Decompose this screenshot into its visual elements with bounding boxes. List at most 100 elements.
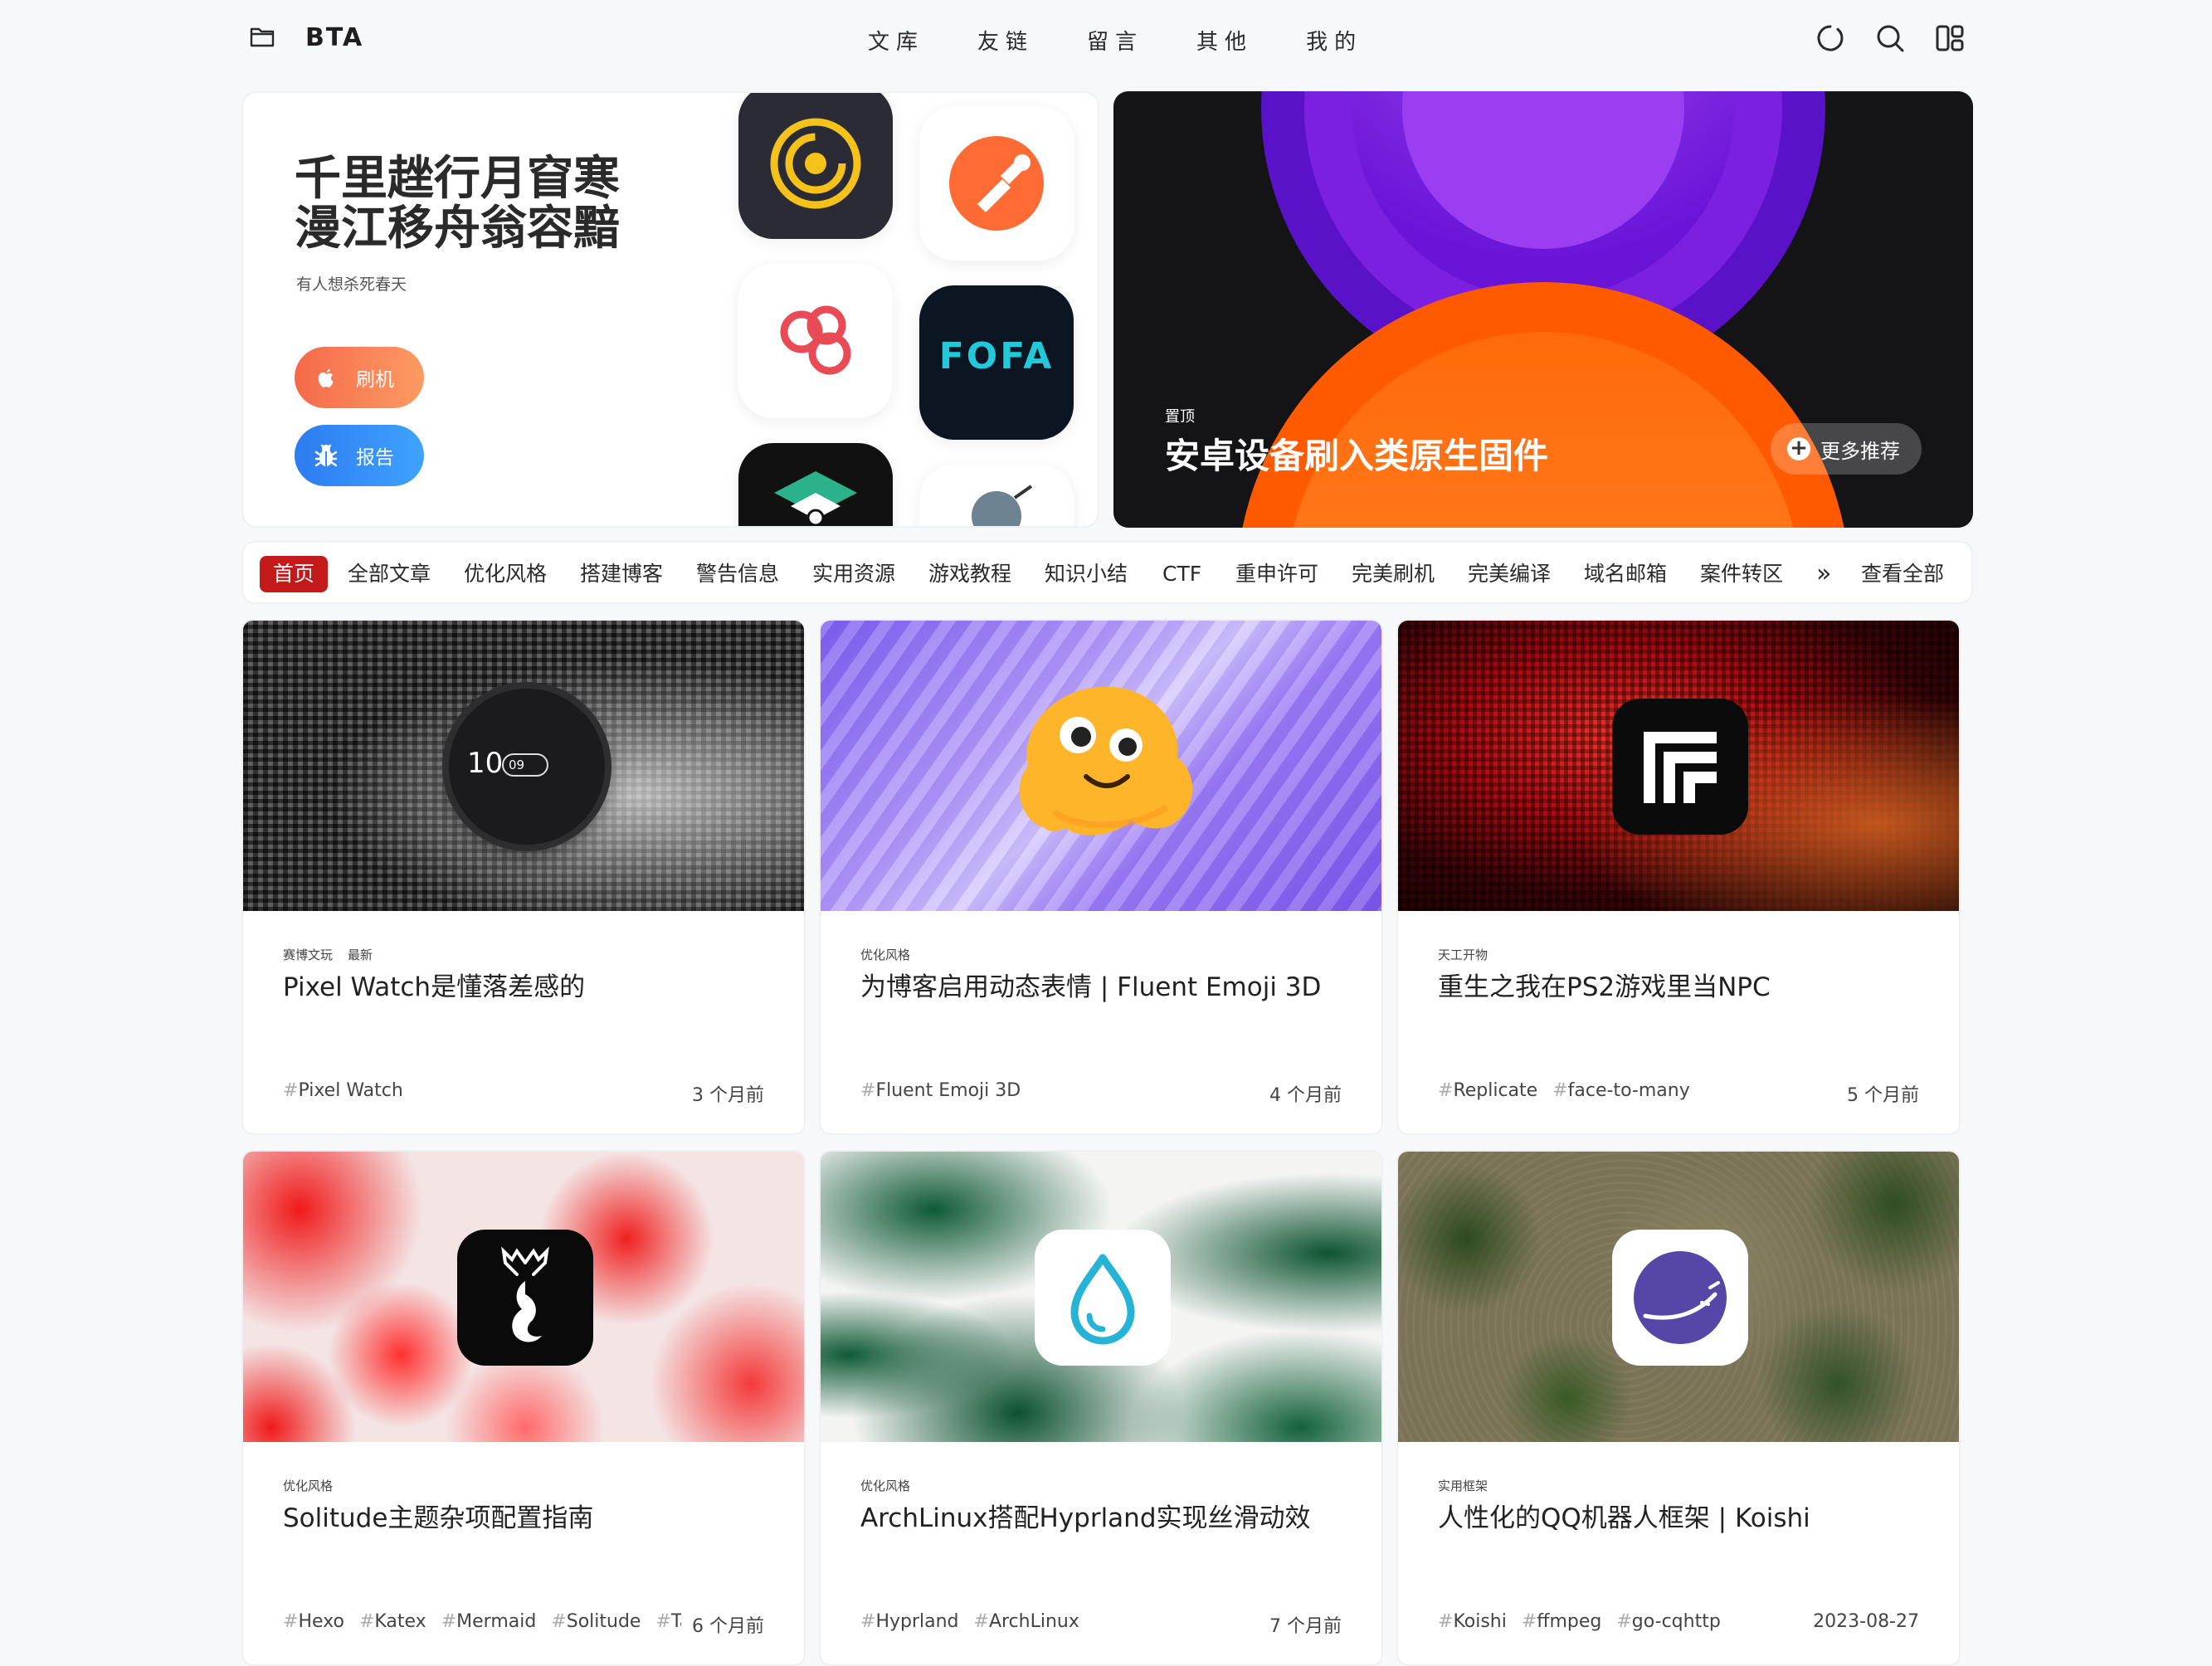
category-license[interactable]: 重申许可 xyxy=(1235,556,1318,592)
app-tile-target[interactable] xyxy=(738,93,893,239)
post-tags: #Pixel Watch xyxy=(283,1080,403,1101)
post-tag[interactable]: Mermaid xyxy=(456,1611,536,1632)
post-tag[interactable]: ArchLinux xyxy=(989,1611,1079,1632)
loading-circle-icon[interactable] xyxy=(1815,23,1845,53)
app-tile-rings[interactable] xyxy=(738,264,893,418)
post-date: 7 个月前 xyxy=(1264,1611,1342,1638)
post-title[interactable]: 重生之我在PS2游戏里当NPC xyxy=(1438,966,1771,1003)
post-tags: #Replicate #face-to-many xyxy=(1438,1080,1690,1101)
hero-intro-panel: 千里趖行月窅寒 漫江移舟翁容黯 有人想杀死春天 刷机 报告 FOFA xyxy=(241,91,1099,528)
hero-subtitle: 有人想杀死春天 xyxy=(296,275,407,294)
post-tag[interactable]: Fluent Emoji 3D xyxy=(875,1080,1021,1101)
double-chevron-right-icon[interactable]: » xyxy=(1816,556,1831,592)
watch-face: 10 09 xyxy=(449,689,605,845)
flash-button[interactable]: 刷机 xyxy=(295,347,424,408)
fofa-logo-text: FOFA xyxy=(938,335,1055,378)
post-title[interactable]: 为博客启用动态表情 | Fluent Emoji 3D xyxy=(860,966,1321,1003)
category-compiling[interactable]: 完美编译 xyxy=(1468,556,1551,592)
menu-item-other[interactable]: 其他 xyxy=(1196,25,1253,56)
post-card[interactable]: 天工开物 重生之我在PS2游戏里当NPC #Replicate #face-to-… xyxy=(1396,619,1961,1135)
post-card[interactable]: 优化风格 为博客启用动态表情 | Fluent Emoji 3D #Fluent… xyxy=(819,619,1383,1135)
post-cover-image: 10 09 xyxy=(243,621,804,911)
post-date: 5 个月前 xyxy=(1842,1080,1919,1107)
watch-hour: 10 xyxy=(467,747,504,780)
post-tag[interactable]: Pixel Watch xyxy=(298,1080,402,1101)
report-button[interactable]: 报告 xyxy=(295,425,424,486)
post-tag[interactable]: Katex xyxy=(374,1611,426,1632)
post-tags: #Fluent Emoji 3D xyxy=(860,1080,1021,1101)
post-card[interactable]: 优化风格 ArchLinux搭配Hyprland实现丝滑动效 #Hyprland… xyxy=(819,1150,1383,1666)
menu-item-library[interactable]: 文库 xyxy=(868,25,924,56)
featured-banner[interactable]: 置顶 安卓设备刷入类原生固件 + 更多推荐 xyxy=(1113,91,1973,528)
category-flashing[interactable]: 完美刷机 xyxy=(1352,556,1435,592)
category-bar: 首页 全部文章 优化风格 搭建博客 警告信息 实用资源 游戏教程 知识小结 CT… xyxy=(241,541,1973,604)
hero-title: 千里趖行月窅寒 漫江移舟翁容黯 xyxy=(295,154,643,254)
post-tag[interactable]: Hyprland xyxy=(875,1611,958,1632)
post-tag[interactable]: Ta xyxy=(671,1611,681,1632)
post-category-label[interactable]: 优化风格 xyxy=(860,1478,910,1493)
more-recommend-label: 更多推荐 xyxy=(1820,439,1900,463)
post-category-label[interactable]: 天工开物 xyxy=(1438,947,1488,962)
post-category-label[interactable]: 优化风格 xyxy=(283,1478,333,1493)
post-tags: #Koishi #ffmpeg #go-cqhttp xyxy=(1438,1611,1721,1632)
category-ctf[interactable]: CTF xyxy=(1162,556,1201,592)
menu-item-friends[interactable]: 友链 xyxy=(977,25,1034,56)
layout-grid-icon[interactable] xyxy=(1935,23,1965,53)
category-cases[interactable]: 案件转区 xyxy=(1700,556,1783,592)
hyprland-logo-icon xyxy=(1035,1230,1171,1366)
category-domain-mail[interactable]: 域名邮箱 xyxy=(1584,556,1667,592)
menu-item-mine[interactable]: 我的 xyxy=(1306,25,1362,56)
deer-logo-icon xyxy=(457,1230,593,1366)
site-logo[interactable]: BTA xyxy=(305,23,363,52)
post-tag[interactable]: go-cqhttp xyxy=(1632,1611,1721,1632)
category-blog-build[interactable]: 搭建博客 xyxy=(580,556,663,592)
post-category-label[interactable]: 优化风格 xyxy=(860,947,910,962)
post-title[interactable]: Solitude主题杂项配置指南 xyxy=(283,1497,593,1534)
post-card[interactable]: 10 09 赛博文玩 最新 Pixel Watch是懂落差感的 #Pixel Wa… xyxy=(241,619,806,1135)
category-view-all[interactable]: 查看全部 xyxy=(1861,556,1944,592)
post-category: 优化风格 xyxy=(283,1477,348,1494)
post-title[interactable]: ArchLinux搭配Hyprland实现丝滑动效 xyxy=(860,1497,1311,1534)
category-game-guides[interactable]: 游戏教程 xyxy=(928,556,1011,592)
menu-item-guestbook[interactable]: 留言 xyxy=(1087,25,1143,56)
post-category-label[interactable]: 赛博文玩 xyxy=(283,947,333,962)
app-tile-robot[interactable] xyxy=(919,465,1074,526)
category-style[interactable]: 优化风格 xyxy=(464,556,547,592)
watch-date: 09 xyxy=(502,753,548,777)
hero-title-line-2: 漫江移舟翁容黯 xyxy=(295,202,620,256)
post-title[interactable]: Pixel Watch是懂落差感的 xyxy=(283,966,585,1003)
post-card[interactable]: 优化风格 Solitude主题杂项配置指南 #Hexo #Katex #Mermai… xyxy=(241,1150,806,1666)
app-tile-fofa[interactable]: FOFA xyxy=(919,285,1074,440)
report-button-label: 报告 xyxy=(356,447,394,469)
post-category-label[interactable]: 实用框架 xyxy=(1438,1478,1488,1493)
post-tag[interactable]: Solitude xyxy=(567,1611,641,1632)
category-knowledge[interactable]: 知识小结 xyxy=(1045,556,1128,592)
app-tile-postman[interactable] xyxy=(919,106,1074,261)
post-date: 3 个月前 xyxy=(687,1080,764,1107)
post-card[interactable]: 实用框架 人性化的QQ机器人框架 | Koishi #Koishi #ffmpeg… xyxy=(1396,1150,1961,1666)
post-tag[interactable]: Replicate xyxy=(1453,1080,1537,1101)
post-title[interactable]: 人性化的QQ机器人框架 | Koishi xyxy=(1438,1497,1810,1534)
post-date: 6 个月前 xyxy=(687,1611,764,1638)
category-resources[interactable]: 实用资源 xyxy=(812,556,895,592)
top-nav: BTA 文库 友链 留言 其他 我的 xyxy=(0,0,2212,76)
search-icon[interactable] xyxy=(1875,23,1905,53)
post-category: 优化风格 xyxy=(860,1477,925,1494)
category-warnings[interactable]: 警告信息 xyxy=(696,556,779,592)
post-date: 4 个月前 xyxy=(1264,1080,1342,1107)
category-all-posts[interactable]: 全部文章 xyxy=(348,556,431,592)
post-tag[interactable]: ffmpeg xyxy=(1537,1611,1601,1632)
post-tag[interactable]: Hexo xyxy=(298,1611,344,1632)
post-category: 天工开物 xyxy=(1438,946,1503,963)
flash-button-label: 刷机 xyxy=(356,369,394,391)
folder-icon[interactable] xyxy=(249,25,275,48)
post-cover-image xyxy=(1398,621,1959,911)
category-home[interactable]: 首页 xyxy=(260,556,329,592)
banner-title[interactable]: 安卓设备刷入类原生固件 xyxy=(1165,428,1548,479)
post-cover-image xyxy=(821,621,1381,911)
post-tags: #Hyprland #ArchLinux xyxy=(860,1611,1079,1632)
more-recommend-button[interactable]: + 更多推荐 xyxy=(1771,423,1922,475)
post-tag[interactable]: Koishi xyxy=(1453,1611,1506,1632)
app-tile-partial[interactable] xyxy=(738,443,893,526)
post-tag[interactable]: face-to-many xyxy=(1568,1080,1690,1101)
